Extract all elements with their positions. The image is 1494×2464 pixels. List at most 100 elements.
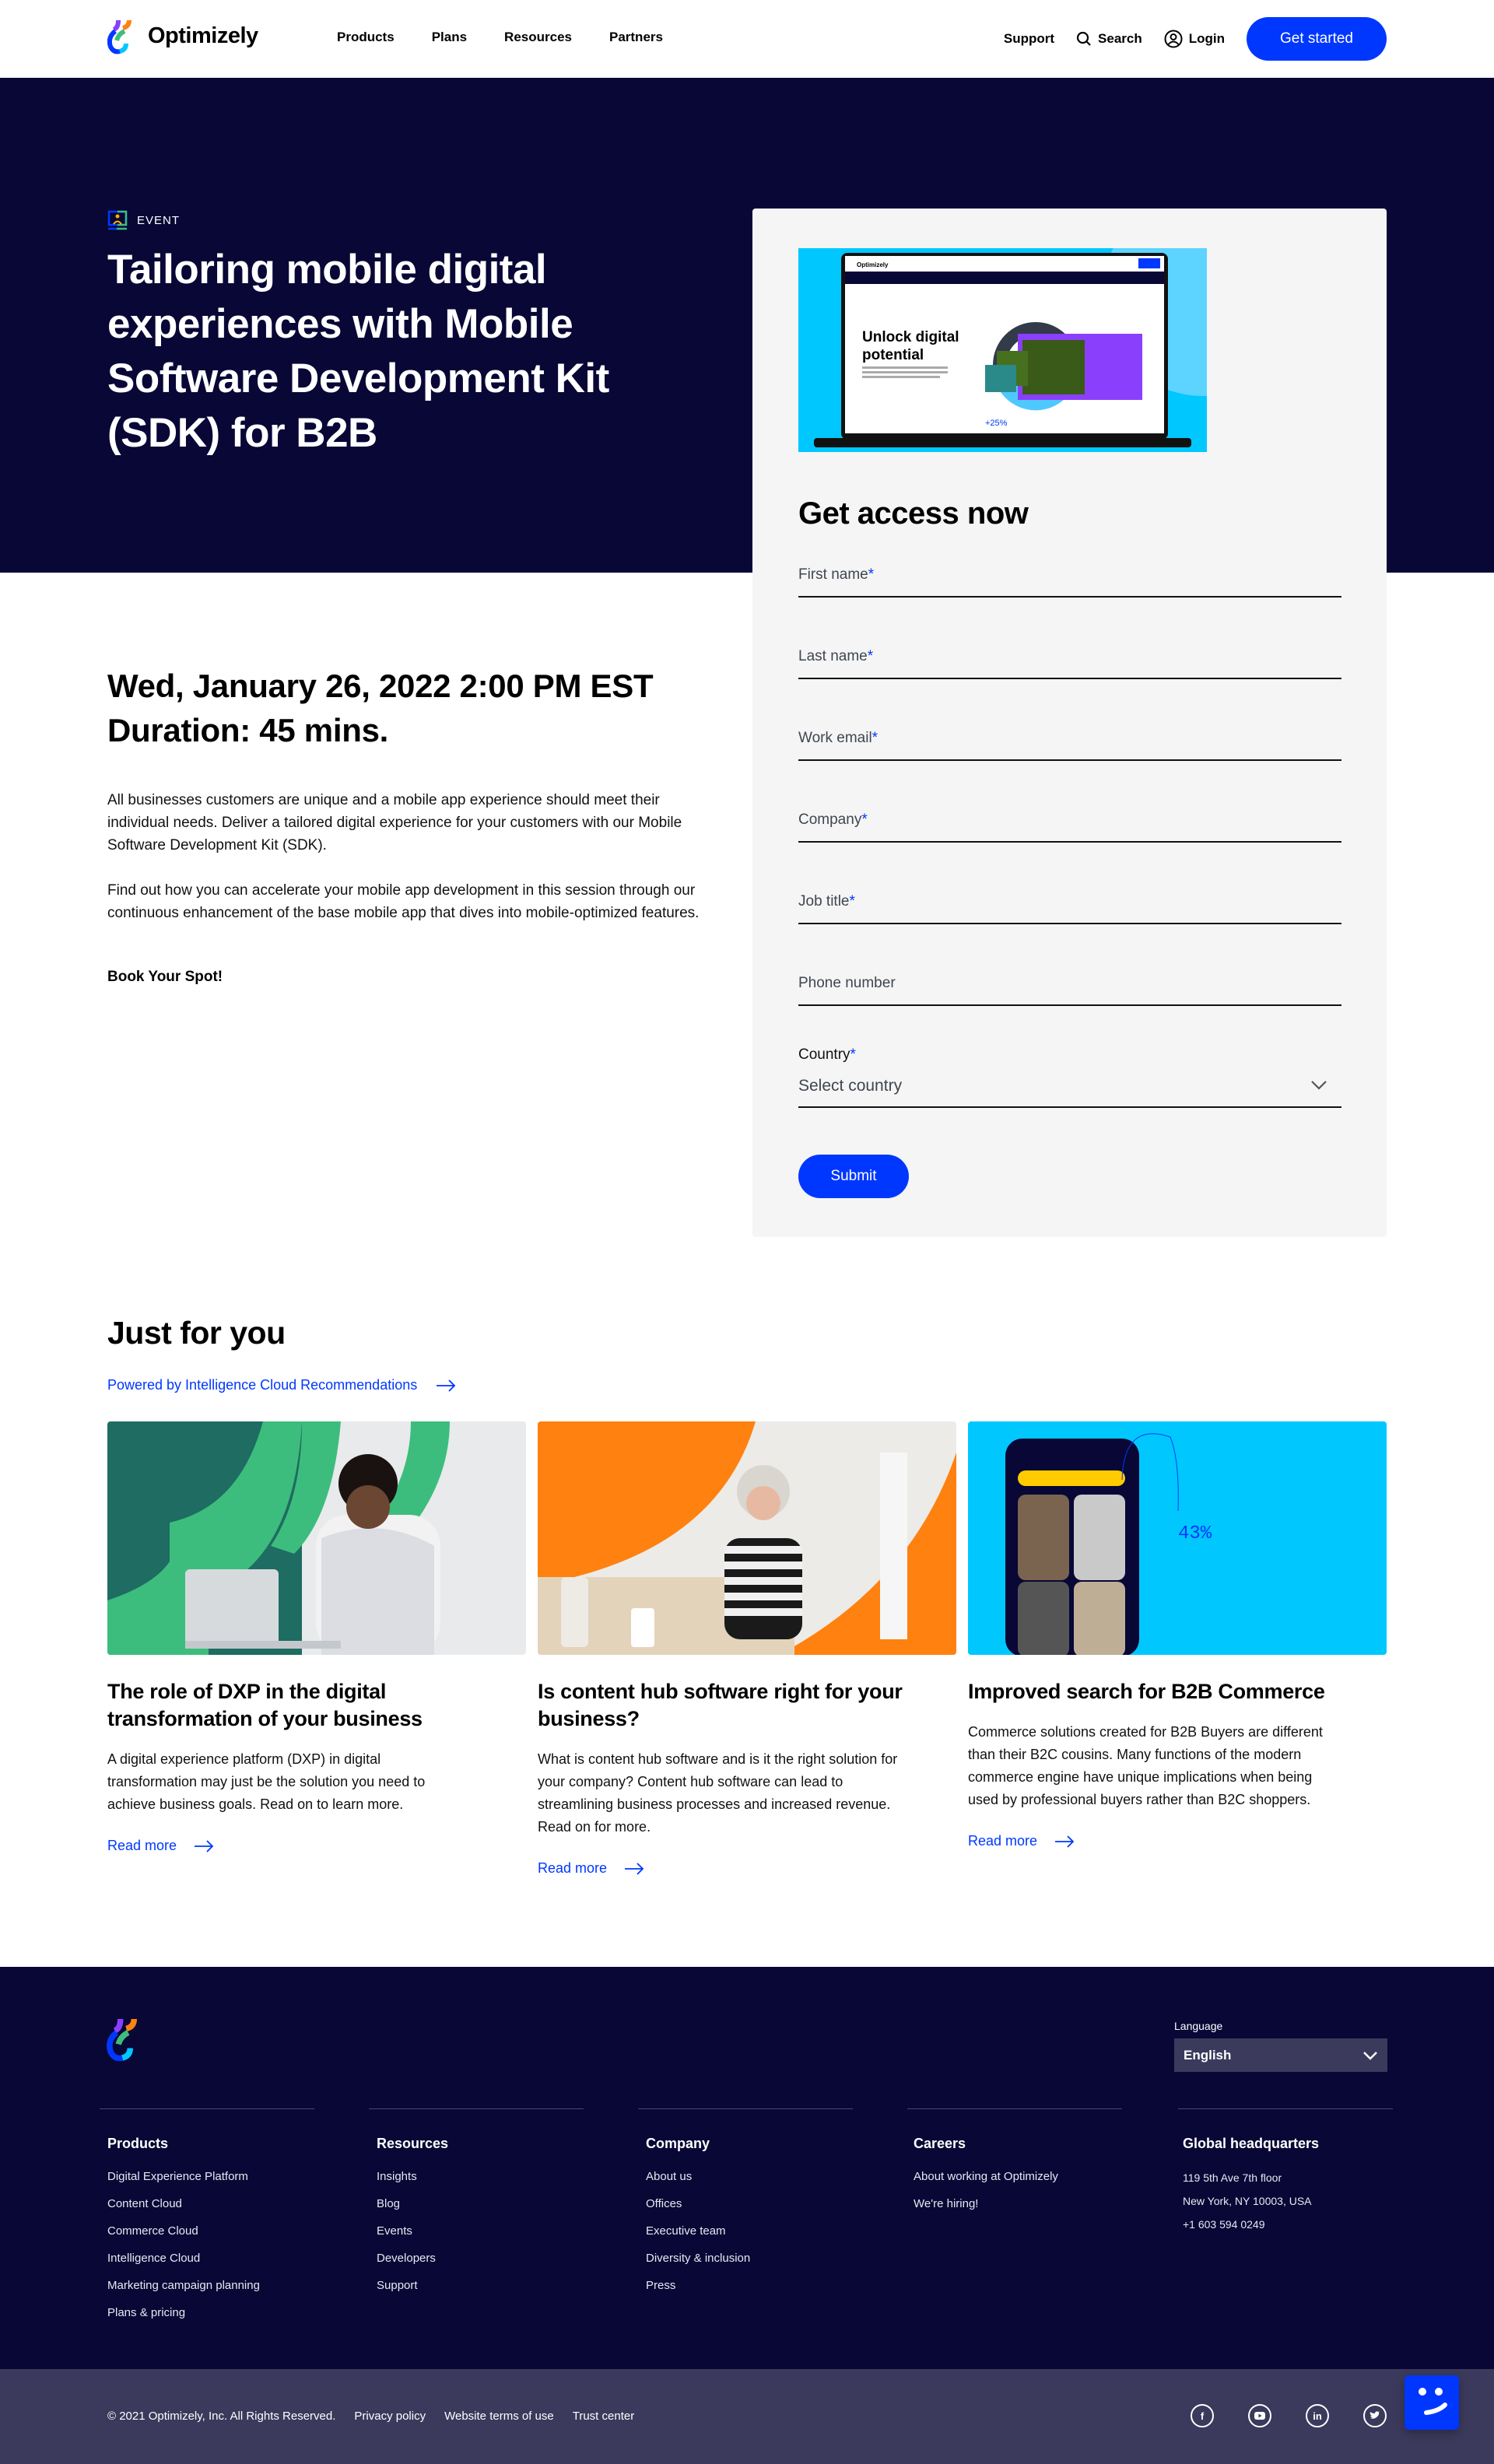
event-duration: Duration: 45 mins. [107,712,388,748]
nav-resources[interactable]: Resources [504,30,572,45]
arrow-right-icon [195,1839,214,1852]
main-nav: Products Plans Resources Partners [337,30,700,45]
arrow-right-icon [1055,1835,1075,1848]
footer-link[interactable]: Developers [377,2245,584,2272]
terms-of-use-link[interactable]: Website terms of use [444,2410,554,2423]
card-image-b2b-search: 43% [968,1421,1387,1655]
card-text: What is content hub software and is it t… [538,1751,898,1835]
chat-smiley-icon [1419,2388,1447,2415]
powered-by-label: Powered by Intelligence Cloud Recommenda… [107,1377,418,1393]
recommendation-card[interactable]: The role of DXP in the digital transform… [107,1421,526,1854]
twitter-icon[interactable] [1363,2404,1387,2427]
privacy-policy-link[interactable]: Privacy policy [354,2410,426,2423]
footer-link[interactable]: Press [646,2272,853,2299]
nav-products[interactable]: Products [337,30,395,45]
card-image-dxp [107,1421,526,1655]
chevron-down-icon [1363,2051,1377,2060]
last-name-field[interactable]: Last name* [798,648,1341,679]
read-more-label: Read more [538,1860,608,1876]
footer-link[interactable]: We're hiring! [914,2190,1122,2217]
footer-link[interactable]: Insights [377,2163,584,2190]
work-email-label: Work email* [798,730,879,746]
read-more-link[interactable]: Read more [107,1838,526,1854]
card-title[interactable]: Improved search for B2B Commerce [968,1678,1387,1705]
footer-link[interactable]: Commerce Cloud [107,2217,314,2245]
footer-column-products: Products Digital Experience Platform Con… [100,2108,314,2326]
footer-link[interactable]: Intelligence Cloud [107,2245,314,2272]
footer-logo-icon[interactable] [106,2015,153,2062]
company-field[interactable]: Company* [798,811,1341,843]
read-more-label: Read more [107,1838,177,1853]
search-label: Search [1098,31,1142,46]
footer-link[interactable]: Diversity & inclusion [646,2245,853,2272]
footer-column-careers: Careers About working at Optimizely We'r… [907,2108,1122,2217]
optimizely-logo-icon [107,19,132,54]
read-more-link[interactable]: Read more [538,1860,956,1877]
linkedin-icon[interactable]: in [1306,2404,1329,2427]
page-title: Tailoring mobile digital experiences wit… [107,247,609,456]
search-icon [1076,31,1091,46]
social-links: f in [1191,2404,1387,2427]
card-title[interactable]: The role of DXP in the digital transform… [107,1678,526,1733]
country-label: Country* [798,1046,856,1063]
recommendation-card[interactable]: Is content hub software right for your b… [538,1421,956,1877]
event-icon [107,210,128,230]
event-description-1: All businesses customers are unique and … [107,792,682,853]
powered-by-link[interactable]: Powered by Intelligence Cloud Recommenda… [107,1377,456,1393]
footer-link[interactable]: Marketing campaign planning [107,2272,314,2299]
divider [369,2108,584,2109]
last-name-label: Last name* [798,648,874,664]
phone-number-label: Phone number [798,975,896,991]
footer-heading: Products [107,2136,169,2151]
chat-widget-button[interactable] [1405,2375,1459,2430]
support-link[interactable]: Support [1004,31,1054,47]
get-started-button[interactable]: Get started [1247,17,1387,61]
legal-links: © 2021 Optimizely, Inc. All Rights Reser… [107,2410,634,2423]
search-link[interactable]: Search [1076,31,1142,47]
nav-plans[interactable]: Plans [432,30,467,45]
event-tag: EVENT [107,210,180,230]
language-select[interactable]: English [1174,2038,1387,2072]
footer-link[interactable]: Events [377,2217,584,2245]
arrow-right-icon [437,1379,456,1392]
read-more-link[interactable]: Read more [968,1833,1387,1849]
hq-address-line: 119 5th Ave 7th floor [1183,2171,1282,2184]
trust-center-link[interactable]: Trust center [573,2410,634,2423]
hq-phone[interactable]: +1 603 594 0249 [1183,2213,1393,2236]
footer-link[interactable]: About working at Optimizely [914,2163,1122,2190]
nav-partners[interactable]: Partners [609,30,663,45]
footer-link[interactable]: Plans & pricing [107,2299,314,2326]
card-text: Commerce solutions created for B2B Buyer… [968,1724,1323,1807]
hq-address-line: New York, NY 10003, USA [1183,2195,1312,2207]
work-email-field[interactable]: Work email* [798,730,1341,761]
event-description-2: Find out how you can accelerate your mob… [107,882,700,921]
footer-link[interactable]: Executive team [646,2217,853,2245]
card-title[interactable]: Is content hub software right for your b… [538,1678,956,1733]
recommendation-card[interactable]: 43% Improved search for B2B Commerce Com… [968,1421,1387,1849]
language-value: English [1184,2047,1232,2063]
youtube-icon[interactable] [1248,2404,1271,2427]
login-link[interactable]: Login [1164,30,1225,48]
submit-button[interactable]: Submit [798,1155,909,1198]
facebook-icon[interactable]: f [1191,2404,1214,2427]
first-name-field[interactable]: First name* [798,566,1341,598]
footer-link[interactable]: Blog [377,2190,584,2217]
footer-link[interactable]: Offices [646,2190,853,2217]
brand-logo[interactable]: Optimizely [107,17,258,54]
arrow-right-icon [625,1862,644,1875]
login-label: Login [1188,31,1225,46]
footer-link[interactable]: Content Cloud [107,2190,314,2217]
form-hero-image: Optimizely Unlock digital potential +25% [798,248,1207,452]
footer-link[interactable]: About us [646,2163,853,2190]
job-title-field[interactable]: Job title* [798,893,1341,924]
footer-heading: Company [646,2136,710,2151]
footer-heading: Resources [377,2136,449,2151]
footer-link[interactable]: Digital Experience Platform [107,2163,314,2190]
book-your-spot: Book Your Spot! [107,969,223,985]
divider [1178,2108,1393,2109]
phone-number-field[interactable]: Phone number [798,975,1341,1006]
company-label: Company* [798,811,868,828]
form-title: Get access now [798,496,1029,531]
footer-link[interactable]: Support [377,2272,584,2299]
country-select[interactable]: Select country [798,1069,1341,1108]
